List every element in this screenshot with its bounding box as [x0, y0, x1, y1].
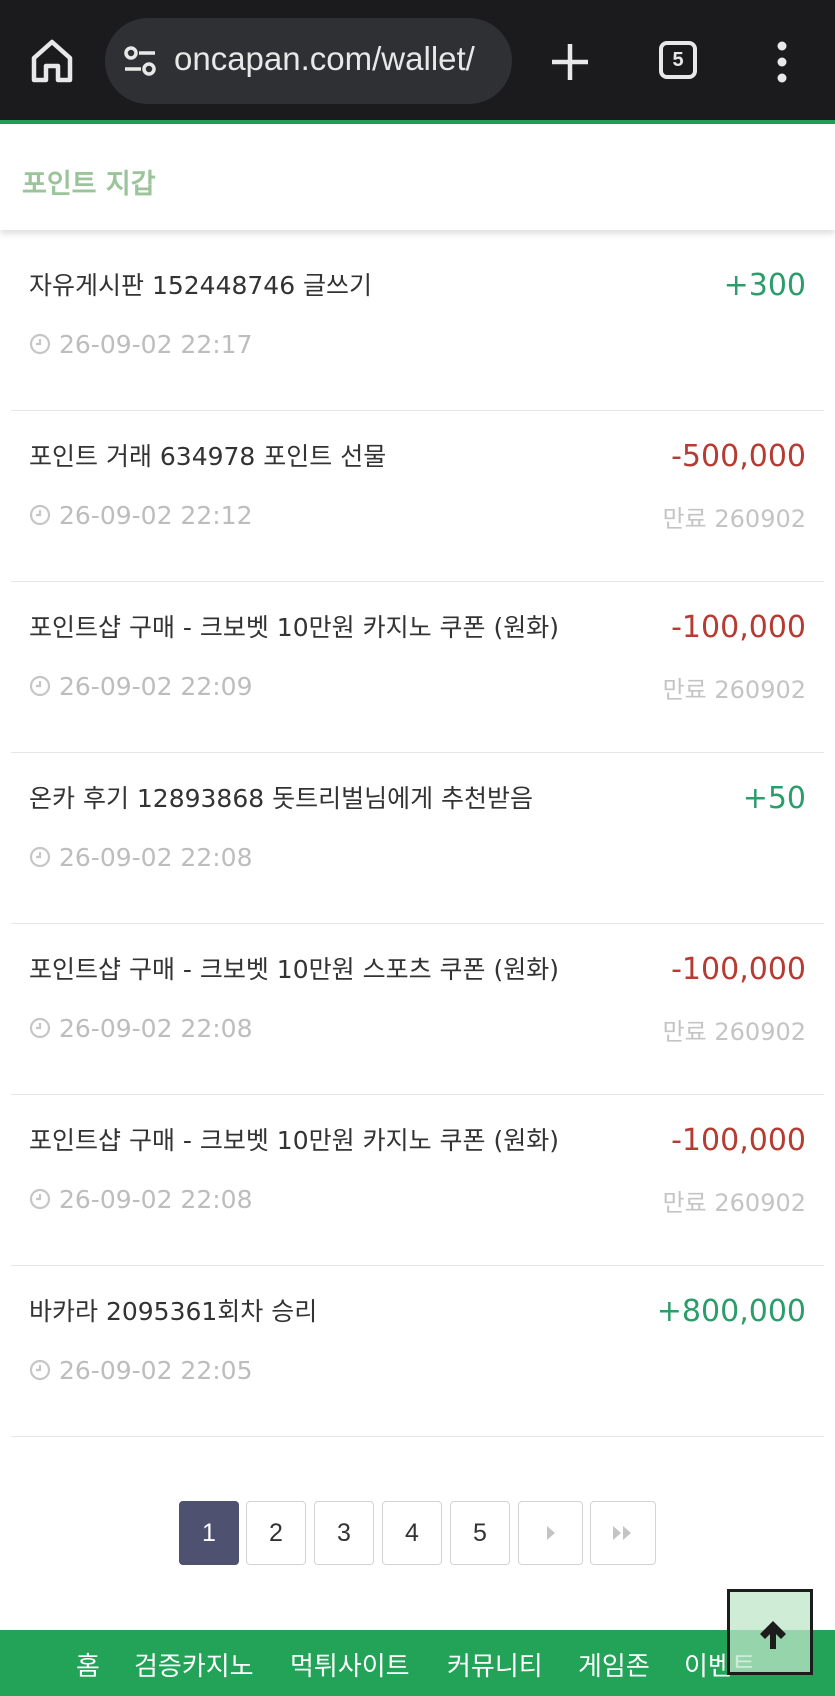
- transaction-time-text: 26-09-02 22:08: [59, 1185, 253, 1214]
- home-icon[interactable]: [28, 36, 76, 86]
- transaction-amount: -500,000: [671, 439, 806, 474]
- transaction-time-text: 26-09-02 22:09: [59, 672, 253, 701]
- clock-icon: [29, 1359, 51, 1381]
- transaction-row: 바카라 2095361회차 승리 26-09-02 22:05 +800,000: [11, 1266, 824, 1437]
- more-vert-icon[interactable]: [772, 40, 792, 84]
- transaction-time: 26-09-02 22:08: [29, 843, 252, 872]
- transaction-amount: +800,000: [656, 1294, 806, 1329]
- transaction-amount: -100,000: [671, 952, 806, 987]
- next-page-button[interactable]: [518, 1501, 583, 1565]
- transaction-list: 자유게시판 152448746 글쓰기 26-09-02 22:17 +300 …: [11, 240, 824, 1437]
- address-bar[interactable]: oncapan.com/wallet/: [105, 18, 512, 104]
- back-to-top-button[interactable]: [727, 1589, 813, 1675]
- arrow-up-icon: [760, 1621, 786, 1649]
- transaction-description: 포인트샵 구매 - 크보벳 10만원 카지노 쿠폰 (원화): [29, 1126, 559, 1155]
- transaction-time-text: 26-09-02 22:12: [59, 501, 253, 530]
- last-page-button[interactable]: [590, 1501, 656, 1565]
- transaction-time: 26-09-02 22:08: [29, 1185, 252, 1214]
- transaction-time: 26-09-02 22:09: [29, 672, 252, 701]
- footer-nav-home[interactable]: 홈: [76, 1646, 100, 1683]
- transaction-description: 포인트샵 구매 - 크보벳 10만원 스포츠 쿠폰 (원화): [29, 955, 559, 984]
- page-4-button[interactable]: 4: [382, 1501, 442, 1565]
- last-page-icon: [613, 1526, 631, 1540]
- transaction-row: 포인트샵 구매 - 크보벳 10만원 스포츠 쿠폰 (원화) 26-09-02 …: [11, 924, 824, 1095]
- transaction-amount: +50: [742, 781, 806, 816]
- transaction-time: 26-09-02 22:08: [29, 1014, 252, 1043]
- transaction-row: 온카 후기 12893868 돗트리벌님에게 추천받음 26-09-02 22:…: [11, 753, 824, 924]
- transaction-time: 26-09-02 22:12: [29, 501, 252, 530]
- tabs-icon[interactable]: 5: [659, 41, 697, 79]
- page-5-button[interactable]: 5: [450, 1501, 510, 1565]
- plus-icon[interactable]: [548, 40, 592, 84]
- page-header: 포인트 지갑: [0, 124, 835, 230]
- clock-icon: [29, 846, 51, 868]
- page-3-button[interactable]: 3: [314, 1501, 374, 1565]
- page-1-button[interactable]: 1: [179, 1501, 239, 1565]
- transaction-time-text: 26-09-02 22:08: [59, 1014, 253, 1043]
- transaction-amount: +300: [723, 268, 806, 303]
- transaction-time-text: 26-09-02 22:08: [59, 843, 253, 872]
- browser-toolbar: oncapan.com/wallet/ 5: [0, 0, 835, 123]
- transaction-description: 자유게시판 152448746 글쓰기: [29, 271, 373, 300]
- footer-nav-community[interactable]: 커뮤니티: [447, 1646, 543, 1683]
- next-page-icon: [546, 1526, 555, 1540]
- url-text: oncapan.com/wallet/: [174, 40, 475, 77]
- page-2-button[interactable]: 2: [246, 1501, 306, 1565]
- transaction-row: 자유게시판 152448746 글쓰기 26-09-02 22:17 +300: [11, 240, 824, 411]
- transaction-description: 포인트샵 구매 - 크보벳 10만원 카지노 쿠폰 (원화): [29, 613, 559, 642]
- transaction-time: 26-09-02 22:17: [29, 330, 252, 359]
- transaction-row: 포인트 거래 634978 포인트 선물 26-09-02 22:12 -500…: [11, 411, 824, 582]
- transaction-expiry: 만료 260902: [662, 676, 806, 704]
- transaction-description: 포인트 거래 634978 포인트 선물: [29, 442, 387, 471]
- transaction-row: 포인트샵 구매 - 크보벳 10만원 카지노 쿠폰 (원화) 26-09-02 …: [11, 582, 824, 753]
- transaction-time-text: 26-09-02 22:17: [59, 330, 253, 359]
- footer-nav-scam-sites[interactable]: 먹튀사이트: [290, 1646, 410, 1683]
- clock-icon: [29, 675, 51, 697]
- footer-nav-game-zone[interactable]: 게임존: [578, 1646, 650, 1683]
- transaction-description: 바카라 2095361회차 승리: [29, 1297, 318, 1326]
- transaction-expiry: 만료 260902: [662, 1189, 806, 1217]
- clock-icon: [29, 333, 51, 355]
- clock-icon: [29, 1188, 51, 1210]
- transaction-time-text: 26-09-02 22:05: [59, 1356, 253, 1385]
- transaction-amount: -100,000: [671, 610, 806, 645]
- transaction-time: 26-09-02 22:05: [29, 1356, 252, 1385]
- footer-nav-verified-casino[interactable]: 검증카지노: [134, 1646, 254, 1683]
- transaction-description: 온카 후기 12893868 돗트리벌님에게 추천받음: [29, 784, 534, 813]
- site-settings-icon[interactable]: [123, 44, 157, 78]
- clock-icon: [29, 504, 51, 526]
- transaction-expiry: 만료 260902: [662, 1018, 806, 1046]
- transaction-amount: -100,000: [671, 1123, 806, 1158]
- transaction-row: 포인트샵 구매 - 크보벳 10만원 카지노 쿠폰 (원화) 26-09-02 …: [11, 1095, 824, 1266]
- footer-nav: 홈 검증카지노 먹튀사이트 커뮤니티 게임존 이벤트: [0, 1630, 835, 1696]
- transaction-expiry: 만료 260902: [662, 505, 806, 533]
- clock-icon: [29, 1017, 51, 1039]
- page-title: 포인트 지갑: [22, 169, 156, 200]
